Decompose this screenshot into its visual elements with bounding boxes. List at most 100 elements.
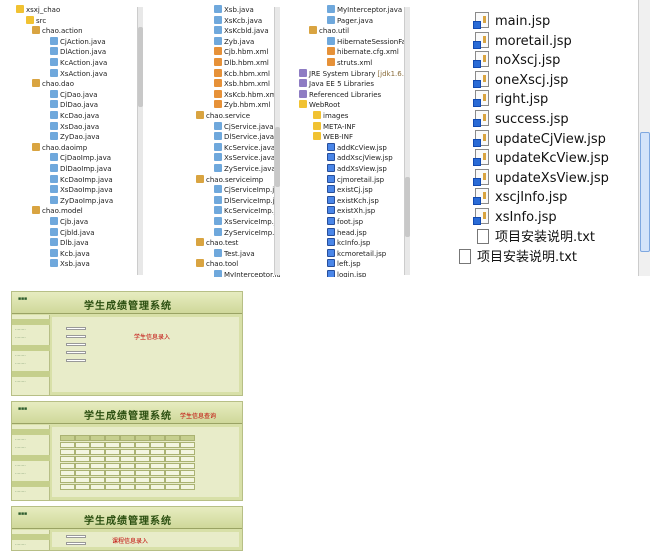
tree-item[interactable]: src (26, 15, 46, 27)
file-list-item[interactable]: success.jsp (473, 110, 569, 130)
file-list-item[interactable]: main.jsp (473, 12, 550, 32)
tree-item[interactable]: XsDao.java (50, 121, 99, 133)
tree-item[interactable]: CjDao.java (50, 89, 98, 101)
file-list-item[interactable]: updateCjView.jsp (473, 129, 606, 150)
tree-item[interactable]: Cjb.java (50, 217, 88, 228)
tree-item[interactable]: chao.model (32, 206, 83, 217)
tree-item[interactable]: Xsb.java (214, 5, 254, 16)
tree-item[interactable]: chao.test (196, 238, 238, 249)
grid-cell[interactable] (180, 456, 195, 462)
tree-item[interactable]: login.jsp (327, 270, 366, 277)
tree-item[interactable]: XsKcb.java (214, 15, 262, 27)
tree-item[interactable]: chao.serviceimp (196, 174, 263, 186)
tree-scrollbar-3[interactable] (404, 7, 410, 275)
grid-cell[interactable] (180, 477, 195, 483)
tree-item[interactable]: Referenced Libraries (299, 89, 381, 101)
tree-item[interactable]: CjServiceImp.java (214, 185, 280, 196)
tree-item[interactable]: XsKcb.hbm.xml (214, 89, 278, 101)
tree-item[interactable]: CjService.java (214, 121, 274, 133)
grid-cell[interactable] (165, 442, 180, 448)
file-list-item[interactable]: 项目安装说明.txt (477, 228, 595, 248)
grid-cell[interactable] (165, 484, 180, 490)
file-list-item[interactable]: oneXscj.jsp (473, 70, 568, 91)
tree-item[interactable]: DlService.java (214, 132, 274, 143)
grid-cell[interactable] (165, 449, 180, 455)
file-list-item[interactable]: xsInfo.jsp (473, 208, 557, 228)
tree-item[interactable]: KcDaoImp.java (50, 174, 113, 186)
tree-item[interactable]: KcAction.java (50, 58, 107, 69)
tree-item[interactable]: Kcb.hbm.xml (214, 68, 270, 80)
tree-item[interactable]: existXh.jsp (327, 206, 375, 217)
tree-item[interactable]: left.jsp (327, 259, 361, 270)
file-list-item[interactable]: updateXsView.jsp (473, 168, 609, 189)
tree-item[interactable]: XsServiceImp.java (214, 217, 280, 228)
tree-item[interactable]: ZyService.java (214, 164, 276, 175)
tree-item[interactable]: Java EE 5 Libraries (299, 79, 374, 90)
tree-item[interactable]: MyInterceptor.java (214, 270, 280, 277)
grid-cell[interactable] (180, 449, 195, 455)
tree-item[interactable]: chao.action (32, 26, 83, 37)
tree-item[interactable]: XsDaoImp.java (50, 185, 113, 196)
tree-item[interactable]: chao.daoimp (32, 142, 87, 154)
tree-item[interactable]: ZyServiceImp.java (214, 227, 280, 239)
grid-cell[interactable] (180, 442, 195, 448)
tree-item[interactable]: existCj.jsp (327, 185, 373, 196)
tree-item[interactable]: addKcView.jsp (327, 142, 387, 154)
grid-cell[interactable] (180, 463, 195, 469)
file-list-scrollbar[interactable] (638, 0, 650, 276)
tree-item[interactable]: KcDao.java (50, 111, 99, 122)
tree-item[interactable]: MyInterceptor.java (327, 5, 402, 16)
tree-item[interactable]: Xsb.hbm.xml (214, 79, 270, 90)
tree-item[interactable]: Test.java (214, 248, 255, 260)
tree-item[interactable]: chao.util (309, 26, 349, 37)
tree-item[interactable]: DlAction.java (50, 47, 106, 58)
tree-item[interactable]: CjDaoImp.java (50, 153, 111, 164)
tree-item[interactable]: chao.service (196, 111, 250, 122)
tree-item[interactable]: JRE System Library [jdk1.6.0 (299, 68, 407, 80)
file-list-item[interactable]: moretail.jsp (473, 31, 572, 52)
file-list-item[interactable]: xscjInfo.jsp (473, 188, 567, 208)
tree-item[interactable]: DlDao.java (50, 100, 98, 111)
grid-cell[interactable] (165, 456, 180, 462)
tree-item[interactable]: Pager.java (327, 15, 373, 27)
grid-cell[interactable] (180, 484, 195, 490)
tree-item[interactable]: CjAction.java (50, 36, 106, 48)
tree-item[interactable]: Cjb.hbm.xml (214, 47, 268, 58)
tree-item[interactable]: Kcb.java (50, 248, 90, 260)
tree-item[interactable]: Cjbld.java (50, 227, 95, 239)
tree-item[interactable]: Dlb.hbm.xml (214, 58, 269, 69)
file-list-item[interactable]: noXscj.jsp (473, 51, 560, 71)
tree-item[interactable]: chao.dao (32, 79, 74, 90)
grid-cell[interactable] (165, 463, 180, 469)
tree-item[interactable]: addXscjView.jsp (327, 153, 393, 164)
tree-item[interactable]: existKch.jsp (327, 195, 379, 207)
tree-item[interactable]: XsKcbld.java (214, 26, 269, 37)
tree-item[interactable]: Zyb.hbm.xml (214, 100, 270, 111)
grid-cell[interactable] (180, 470, 195, 476)
tree-item[interactable]: ZyDaoImp.java (50, 195, 113, 207)
tree-item[interactable]: struts.xml (327, 58, 372, 69)
tree-item[interactable]: images (313, 111, 348, 122)
tree-item[interactable]: XsAction.java (50, 68, 107, 80)
file-list-item[interactable]: updateKcView.jsp (473, 149, 609, 169)
grid-cell[interactable] (165, 477, 180, 483)
tree-item[interactable]: Dlb.java (50, 238, 89, 249)
tree-scrollbar-2[interactable] (274, 7, 280, 275)
tree-item[interactable]: WebRoot (299, 100, 340, 111)
grid-cell[interactable] (165, 470, 180, 476)
tree-item[interactable]: foot.jsp (327, 217, 363, 228)
tree-item[interactable]: xsxj_chao (16, 5, 60, 16)
tree-item[interactable]: Zyb.java (214, 36, 254, 48)
file-list-item[interactable]: right.jsp (473, 90, 548, 110)
tree-scrollbar-1[interactable] (137, 7, 143, 275)
tree-item[interactable]: WEB-INF (313, 132, 353, 143)
tree-item[interactable]: DlServiceImp.java (214, 195, 280, 207)
tree-item[interactable]: KcServiceImp.java (214, 206, 280, 217)
tree-item[interactable]: Xsb.java (50, 259, 90, 270)
tree-item[interactable]: addXsView.jsp (327, 164, 387, 175)
tree-item[interactable]: KcService.java (214, 142, 275, 154)
tree-item[interactable]: ZyDao.java (50, 132, 100, 143)
tree-item[interactable]: HibernateSessionFact (327, 36, 407, 48)
tree-item[interactable]: cjmoretail.jsp (327, 174, 384, 186)
tree-item[interactable]: kcInfo.jsp (327, 238, 370, 249)
